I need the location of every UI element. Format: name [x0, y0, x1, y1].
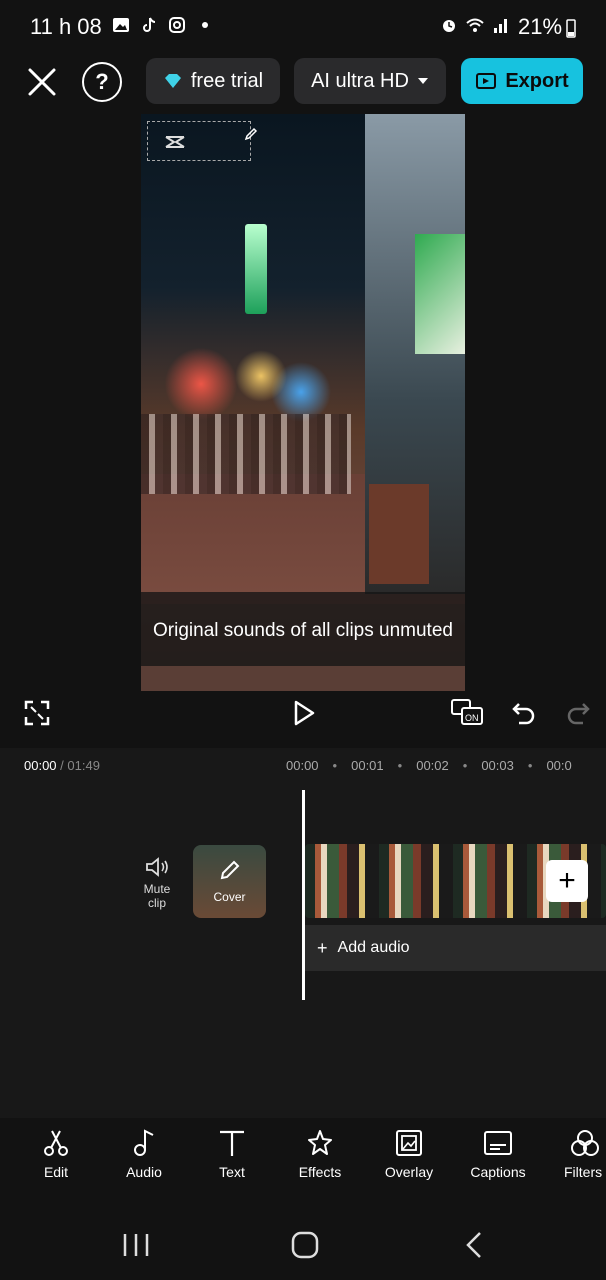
cover-label: Cover — [213, 890, 246, 904]
preview-quality-on-icon[interactable]: ON — [450, 698, 484, 728]
text-icon — [220, 1130, 244, 1156]
plus-icon: + — [558, 864, 576, 897]
wifi-icon — [466, 18, 484, 32]
quality-dropdown[interactable]: AI ultra HD — [294, 58, 446, 104]
tool-text[interactable]: Text — [192, 1128, 272, 1180]
pencil-icon[interactable] — [244, 127, 258, 141]
plus-icon: + — [317, 937, 328, 958]
redo-icon[interactable] — [565, 700, 591, 726]
mute-clip-label-2: clip — [147, 896, 166, 910]
export-icon — [476, 73, 497, 89]
help-button[interactable]: ? — [82, 62, 122, 102]
chevron-down-icon — [417, 78, 428, 84]
scissors-icon — [44, 1130, 68, 1156]
tool-label: Audio — [126, 1164, 162, 1180]
cover-button[interactable]: Cover — [193, 845, 266, 918]
video-crowd — [141, 414, 351, 494]
play-icon[interactable] — [291, 700, 317, 726]
recent-apps-icon[interactable] — [122, 1232, 150, 1258]
add-audio-track[interactable]: + Add audio — [305, 925, 606, 971]
ruler-tick-label: 00:0 — [546, 758, 572, 773]
fullscreen-icon[interactable] — [24, 700, 50, 726]
watermark-box[interactable] — [147, 121, 258, 161]
overlay-icon — [396, 1130, 422, 1156]
speaker-icon — [146, 857, 168, 877]
close-icon[interactable] — [22, 62, 62, 102]
status-bar: 11 h 08 21% — [0, 0, 606, 56]
ruler-tick-label: 00:03 — [481, 758, 514, 773]
capcut-logo-icon — [165, 136, 185, 148]
free-trial-button[interactable]: free trial — [146, 58, 280, 104]
svg-text:ON: ON — [465, 713, 479, 723]
timeline-ruler[interactable]: 00:00 • 00:01 • 00:02 • 00:03 • 00:0 — [286, 758, 586, 773]
tool-label: Overlay — [384, 1164, 434, 1180]
system-navigation-bar — [0, 1210, 606, 1280]
video-neon-sign — [245, 224, 267, 314]
question-icon: ? — [95, 69, 109, 94]
tool-edit[interactable]: Edit — [16, 1128, 96, 1180]
tiktok-icon — [143, 17, 156, 32]
music-note-icon — [134, 1129, 154, 1156]
filters-icon — [571, 1130, 599, 1156]
time-readout: 00:00 / 01:49 — [24, 758, 100, 773]
tool-effects[interactable]: Effects — [280, 1128, 360, 1180]
tool-audio[interactable]: Audio — [104, 1128, 184, 1180]
bottom-toolbar: Edit Audio Text Effects Overlay Captions… — [0, 1118, 606, 1198]
home-icon[interactable] — [290, 1230, 320, 1260]
battery-level: 21% — [518, 14, 563, 39]
ruler-tick-label: 00:01 — [351, 758, 384, 773]
free-trial-label: free trial — [190, 69, 264, 92]
undo-icon[interactable] — [511, 700, 537, 726]
quality-label: AI ultra HD — [311, 69, 409, 92]
alarm-icon — [443, 20, 455, 32]
signal-icon — [494, 19, 507, 33]
add-clip-button[interactable]: + — [546, 860, 588, 902]
status-notification-icons — [112, 16, 214, 34]
export-label: Export — [505, 69, 569, 92]
tool-label: Text — [219, 1164, 245, 1180]
tool-filters[interactable]: Filters — [546, 1128, 606, 1180]
effects-star-icon — [308, 1130, 332, 1155]
video-sign-green — [415, 234, 465, 354]
battery-icon — [566, 19, 576, 38]
status-system-icons — [440, 16, 510, 34]
pencil-icon — [220, 860, 240, 880]
back-icon[interactable] — [464, 1230, 484, 1260]
ruler-tick-label: 00:00 — [286, 758, 319, 773]
gallery-icon — [113, 18, 129, 32]
tool-label: Filters — [564, 1164, 603, 1180]
mute-clip-label-1: Mute — [143, 882, 171, 896]
total-duration: / 01:49 — [60, 758, 100, 773]
video-preview[interactable] — [141, 114, 465, 691]
tool-label: Edit — [43, 1164, 69, 1180]
playhead[interactable] — [302, 790, 305, 1000]
ruler-tick-label: 00:02 — [416, 758, 449, 773]
mute-clip-button[interactable]: Mute clip — [140, 856, 174, 910]
tool-label: Captions — [470, 1164, 526, 1180]
video-bottom-strip — [141, 666, 465, 691]
video-lights — [141, 344, 341, 424]
captions-icon — [484, 1131, 512, 1155]
current-time: 00:00 — [24, 758, 57, 773]
unmuted-message: Original sounds of all clips unmuted — [153, 620, 453, 641]
export-button[interactable]: Export — [461, 58, 583, 104]
dot-icon — [202, 22, 208, 28]
diamond-icon — [164, 74, 181, 88]
status-time: 11 h 08 — [30, 14, 102, 39]
tool-label: Effects — [298, 1164, 342, 1180]
add-audio-label: Add audio — [337, 939, 410, 956]
tool-overlay[interactable]: Overlay — [369, 1128, 449, 1180]
video-brick-wall — [369, 484, 429, 584]
tool-captions[interactable]: Captions — [458, 1128, 538, 1180]
instagram-icon — [169, 17, 185, 33]
